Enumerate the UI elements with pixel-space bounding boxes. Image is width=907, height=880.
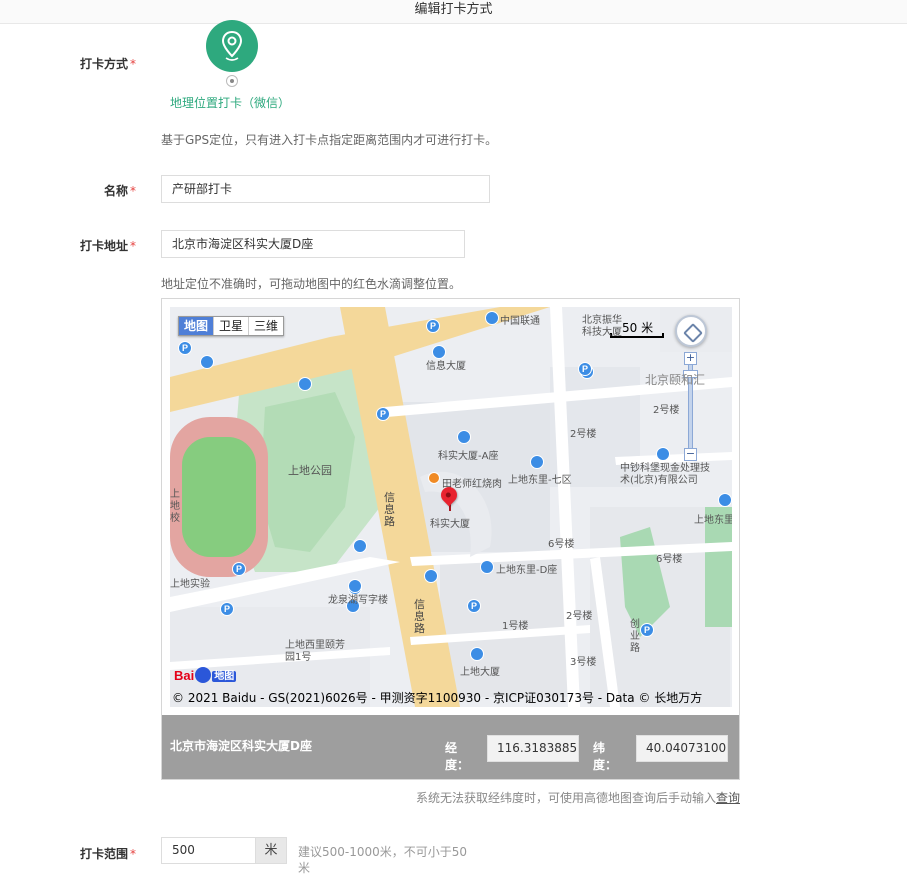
map-tab-3d[interactable]: 三维 xyxy=(249,317,283,335)
map-copyright: © 2021 Baidu - GS(2021)6026号 - 甲测资字11009… xyxy=(172,691,703,705)
map-label: 中国联通 xyxy=(500,316,540,327)
map-label: 科实大厦-A座 xyxy=(438,451,499,462)
parking-icon[interactable] xyxy=(578,362,592,376)
coordinate-lookup-hint: 系统无法获取经纬度时，可使用高德地图查询后手动输入查询 xyxy=(416,789,740,806)
map-label: 6号楼 xyxy=(656,554,683,565)
required-mark: * xyxy=(130,184,136,198)
name-label: 名称 * xyxy=(0,182,136,199)
required-mark: * xyxy=(130,239,136,253)
map-label: 上地校 xyxy=(170,489,180,524)
poi-icon[interactable] xyxy=(200,355,214,369)
parking-icon[interactable] xyxy=(376,407,390,421)
map-label: 上地西里颐芳园1号 xyxy=(285,640,345,663)
map-label: 上地公园 xyxy=(288,464,332,477)
range-hint: 建议500-1000米，不可小于50米 xyxy=(298,845,468,875)
range-label-text: 打卡范围 xyxy=(79,847,128,861)
parking-icon[interactable] xyxy=(178,341,192,355)
map-label: 2号楼 xyxy=(653,405,680,416)
map-label: 上地大厦 xyxy=(460,667,500,678)
baidu-map[interactable]: 地图 卫星 三维 50 米 + − P P P P P P P P 中国联通 北… xyxy=(170,307,732,707)
map-container: 地图 卫星 三维 50 米 + − P P P P P P P P 中国联通 北… xyxy=(161,298,740,780)
name-input[interactable]: 产研部打卡 xyxy=(161,175,490,203)
address-hint: 地址定位不准确时，可拖动地图中的红色水滴调整位置。 xyxy=(161,277,462,291)
method-label-text: 打卡方式 xyxy=(79,57,128,71)
poi-icon[interactable] xyxy=(353,539,367,553)
map-label: 信息路 xyxy=(414,598,425,635)
parking-icon[interactable] xyxy=(426,319,440,333)
range-label: 打卡范围 * xyxy=(0,845,136,862)
address-input[interactable]: 北京市海淀区科实大厦D座 xyxy=(161,230,465,258)
method-radio-geo[interactable] xyxy=(226,75,238,87)
zoom-in-button[interactable]: + xyxy=(684,352,697,365)
map-type-tabs: 地图 卫星 三维 xyxy=(178,316,285,336)
map-tab-map[interactable]: 地图 xyxy=(179,317,215,335)
poi-icon[interactable] xyxy=(718,493,732,507)
map-label: 上地东里 xyxy=(694,515,732,526)
required-mark: * xyxy=(130,847,136,861)
parking-icon[interactable] xyxy=(640,623,654,637)
range-input[interactable]: 500 xyxy=(161,837,256,864)
parking-icon[interactable] xyxy=(467,599,481,613)
poi-icon[interactable] xyxy=(470,647,484,661)
map-label: 中钞科堡现金处理技术(北京)有限公司 xyxy=(620,463,710,486)
latitude-input[interactable]: 40.04073100 xyxy=(636,735,728,762)
poi-icon[interactable] xyxy=(424,569,438,583)
map-label: 北京颐和汇 xyxy=(645,373,706,387)
restaurant-icon[interactable] xyxy=(428,472,440,484)
map-label: 信息路 xyxy=(384,491,395,528)
map-label: 北京振华科技大厦 xyxy=(582,315,622,338)
location-info-bar: 北京市海淀区科实大厦D座 经度： 116.3183885 纬度： 40.0407… xyxy=(162,715,739,779)
dialog-header: 编辑打卡方式 xyxy=(0,0,907,24)
longitude-label: 经度： xyxy=(445,741,470,772)
address-label: 打卡地址 * xyxy=(0,237,136,254)
map-label: 6号楼 xyxy=(548,539,575,550)
map-label: 3号楼 xyxy=(570,657,597,668)
map-label: 2号楼 xyxy=(566,611,593,622)
map-tab-satellite[interactable]: 卫星 xyxy=(214,317,250,335)
address-label-text: 打卡地址 xyxy=(79,239,128,253)
poi-icon[interactable] xyxy=(457,430,471,444)
parking-icon[interactable] xyxy=(232,562,246,576)
baidu-logo-text: Bai xyxy=(174,668,195,683)
map-label: 上地东里-七区 xyxy=(508,475,572,486)
poi-icon[interactable] xyxy=(480,560,494,574)
baidu-logo-ditu: 地图 xyxy=(212,671,237,682)
poi-icon[interactable] xyxy=(656,447,670,461)
method-option-label[interactable]: 地理位置打卡（微信） xyxy=(160,94,300,111)
map-label: 上地实验 xyxy=(170,579,210,590)
dialog-title: 编辑打卡方式 xyxy=(414,2,493,17)
map-label: 信息大厦 xyxy=(426,361,466,372)
location-address: 北京市海淀区科实大厦D座 xyxy=(170,739,312,753)
name-label-text: 名称 xyxy=(103,184,128,198)
longitude-input[interactable]: 116.3183885 xyxy=(487,735,579,762)
lookup-link[interactable]: 查询 xyxy=(716,791,740,805)
poi-icon[interactable] xyxy=(485,311,499,325)
lookup-text: 系统无法获取经纬度时，可使用高德地图查询后手动输入 xyxy=(415,791,716,805)
map-label: 2号楼 xyxy=(570,429,597,440)
map-pan-control[interactable] xyxy=(675,315,707,347)
method-label: 打卡方式 * xyxy=(0,55,136,72)
poi-icon[interactable] xyxy=(298,377,312,391)
method-description: 基于GPS定位，只有进入打卡点指定距离范围内才可进行打卡。 xyxy=(161,133,498,147)
location-pin-icon[interactable] xyxy=(206,20,258,72)
required-mark: * xyxy=(130,57,136,71)
zoom-out-button[interactable]: − xyxy=(684,448,697,461)
parking-icon[interactable] xyxy=(220,602,234,616)
map-label: 龙泉湖写字楼 xyxy=(328,595,388,606)
baidu-paw-icon xyxy=(195,667,212,683)
map-label: 上地东里-D座 xyxy=(496,565,558,576)
map-label: 科实大厦 xyxy=(430,519,470,530)
baidu-map-logo: Bai 地图 xyxy=(174,667,237,683)
map-label: 1号楼 xyxy=(502,621,529,632)
latitude-label: 纬度： xyxy=(593,741,618,772)
range-unit: 米 xyxy=(255,837,287,864)
map-label: 创业路 xyxy=(630,619,640,654)
poi-icon[interactable] xyxy=(530,455,544,469)
